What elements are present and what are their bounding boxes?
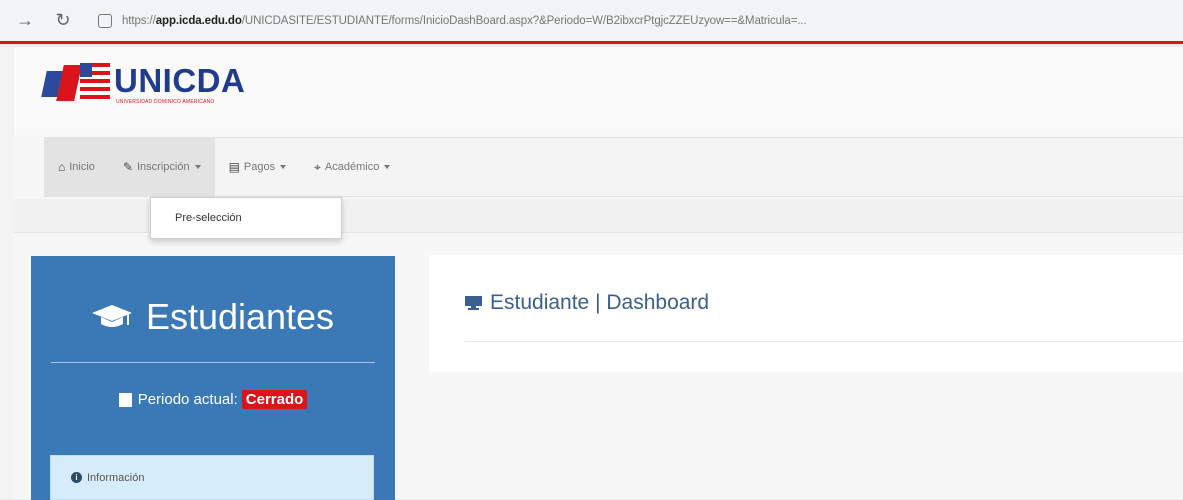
sidebar-title-text: Estudiantes bbox=[145, 296, 335, 337]
nav-item-pagos[interactable]: ▤ Pagos bbox=[215, 138, 301, 196]
calendar-icon bbox=[118, 392, 132, 407]
chevron-down-icon bbox=[384, 165, 391, 169]
page-title: Estudiante | Dashboard bbox=[465, 291, 709, 315]
info-box[interactable]: i Información bbox=[50, 455, 374, 500]
left-margin bbox=[0, 47, 14, 499]
divider bbox=[465, 341, 1183, 342]
nav-item-label: Académico bbox=[324, 161, 380, 173]
lock-icon[interactable] bbox=[98, 13, 112, 28]
forward-icon[interactable]: → bbox=[12, 8, 38, 34]
logo-subtitle: UNIVERSIDAD DOMINICO AMERICANO bbox=[116, 99, 215, 105]
unicda-logo[interactable]: UNICDA UNIVERSIDAD DOMINICO AMERICANO bbox=[41, 61, 246, 107]
info-icon: i bbox=[71, 472, 82, 483]
page: UNICDA UNIVERSIDAD DOMINICO AMERICANO ⌂ … bbox=[14, 47, 1183, 500]
logo-flag-mark bbox=[41, 61, 110, 107]
nav-item-label: Pagos bbox=[243, 161, 276, 173]
header: UNICDA UNIVERSIDAD DOMINICO AMERICANO bbox=[14, 47, 1183, 135]
nav-item-label: Inicio bbox=[69, 161, 95, 173]
nav-item-inicio[interactable]: ⌂ Inicio bbox=[44, 138, 109, 196]
address-bar[interactable]: https://app.icda.edu.do/UNICDASITE/ESTUD… bbox=[122, 15, 1122, 27]
status-badge: Cerrado bbox=[241, 390, 308, 409]
browser-toolbar: → ↻ https://app.icda.edu.do/UNICDASITE/E… bbox=[0, 0, 1183, 44]
chevron-down-icon bbox=[280, 165, 287, 169]
sidebar-panel: Estudiantes Periodo actual: Cerrado i In… bbox=[31, 256, 395, 500]
pencil-icon: ✎ bbox=[122, 160, 133, 174]
reload-icon[interactable]: ↻ bbox=[50, 8, 76, 34]
sidebar-title: Estudiantes bbox=[31, 296, 395, 338]
divider bbox=[51, 362, 375, 363]
current-period: Periodo actual: Cerrado bbox=[31, 390, 395, 409]
home-icon: ⌂ bbox=[58, 160, 66, 174]
nav-item-academico[interactable]: ⌖ Académico bbox=[300, 138, 404, 196]
dropdown-item-preseleccion[interactable]: Pre-selección bbox=[150, 197, 342, 239]
main-panel: Estudiante | Dashboard bbox=[429, 255, 1183, 372]
period-label: Periodo actual: bbox=[137, 391, 238, 408]
nav-item-inscripcion[interactable]: ✎ Inscripción bbox=[108, 138, 215, 196]
money-icon: ▤ bbox=[228, 160, 240, 174]
logo-name: UNICDA bbox=[114, 62, 246, 99]
nav-item-label: Inscripción bbox=[137, 161, 190, 173]
page-title-text: Estudiante | Dashboard bbox=[490, 291, 710, 314]
info-label: Información bbox=[87, 471, 145, 484]
main-navbar: ⌂ Inicio ✎ Inscripción ▤ Pagos ⌖ Académi… bbox=[44, 137, 1183, 197]
graduation-cap-icon: ⌖ bbox=[314, 159, 321, 174]
graduation-cap-icon bbox=[91, 305, 132, 327]
dropdown-item-label: Pre-selección bbox=[175, 212, 242, 224]
monitor-icon bbox=[465, 295, 482, 310]
chevron-down-icon bbox=[194, 165, 201, 169]
